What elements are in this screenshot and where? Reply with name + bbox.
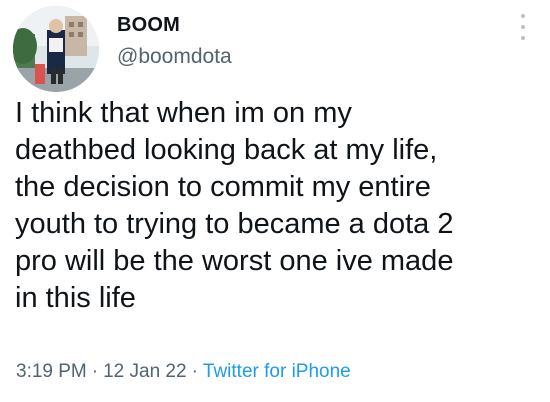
avatar[interactable] xyxy=(13,6,99,92)
tweet-metadata: 3:19 PM · 12 Jan 22 · Twitter for iPhone xyxy=(16,361,351,383)
separator: · xyxy=(91,361,99,382)
separator: · xyxy=(191,361,198,382)
more-options-button[interactable] xyxy=(512,14,534,40)
tweet-card: BOOM @boomdota I think that when im on m… xyxy=(0,0,550,402)
tweet-source-link[interactable]: Twitter for iPhone xyxy=(203,361,351,382)
more-vertical-icon-dot xyxy=(521,25,525,29)
more-vertical-icon-dot xyxy=(521,36,525,40)
user-handle[interactable]: @boomdota xyxy=(117,45,232,69)
tweet-date[interactable]: 12 Jan 22 xyxy=(103,361,186,382)
avatar-photo xyxy=(13,6,99,92)
tweet-time[interactable]: 3:19 PM xyxy=(16,361,87,382)
display-name[interactable]: BOOM xyxy=(117,14,180,37)
tweet-text: I think that when im on my deathbed look… xyxy=(15,97,454,314)
more-vertical-icon xyxy=(521,14,525,18)
